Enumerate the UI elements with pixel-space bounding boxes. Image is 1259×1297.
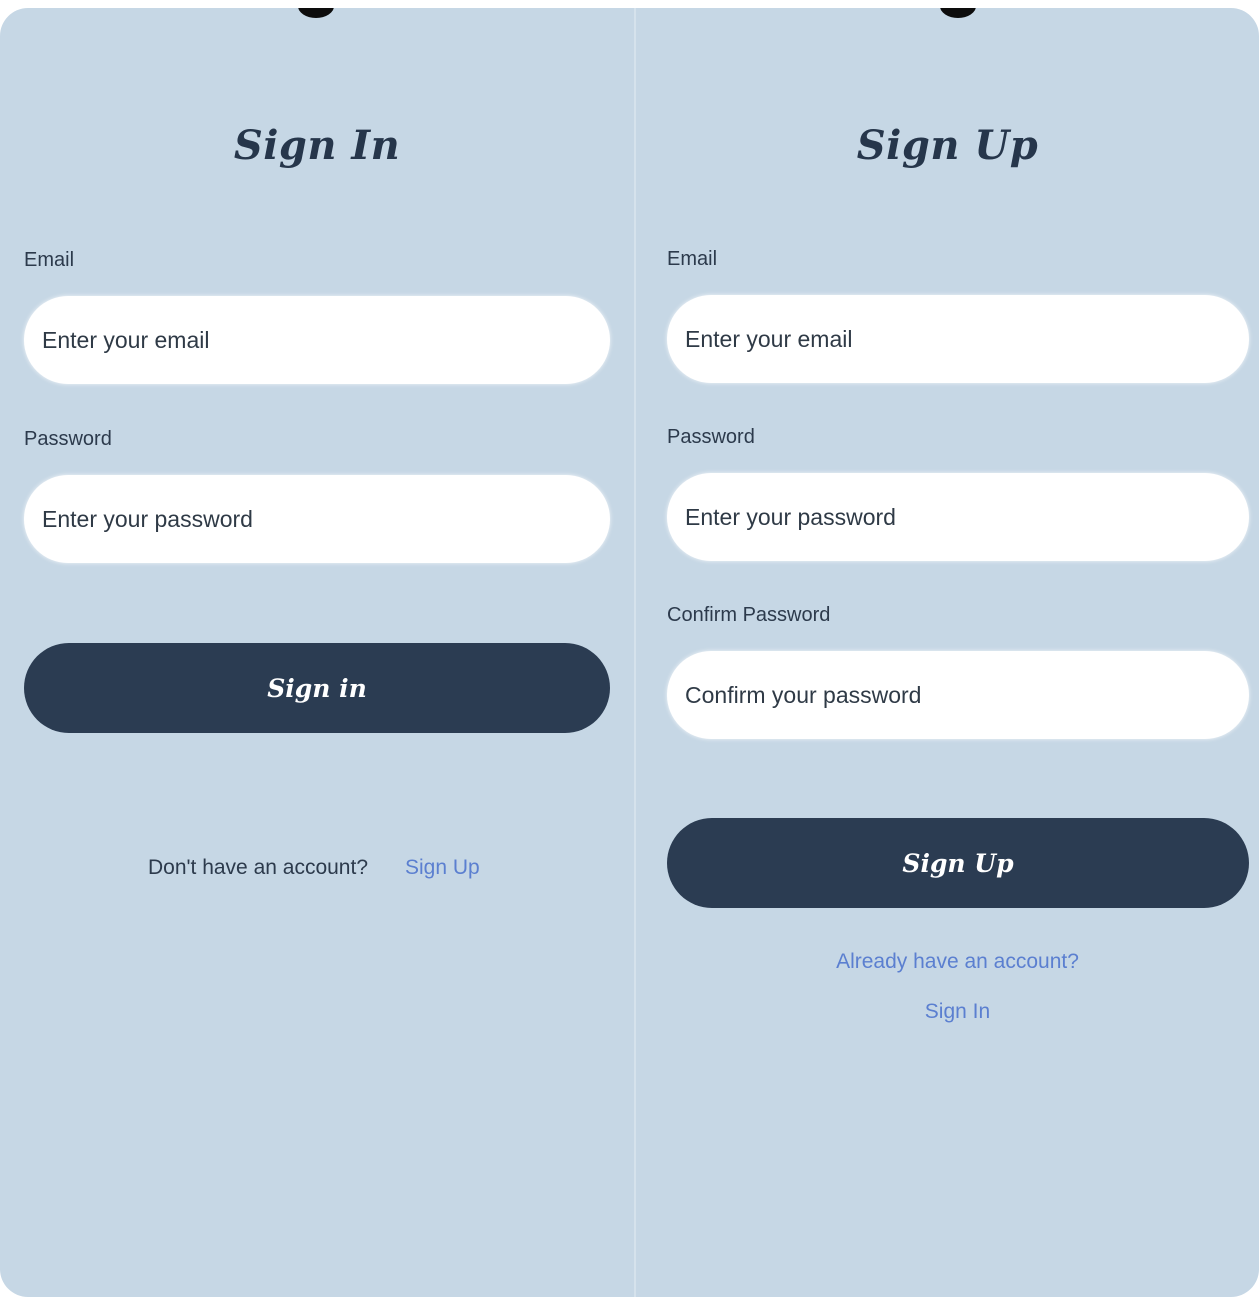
signup-confirm-label: Confirm Password bbox=[667, 604, 831, 626]
signin-screen: Sign In Email Password Sign in Don't hav… bbox=[0, 8, 634, 1297]
screens-frame: Sign In Email Password Sign in Don't hav… bbox=[0, 8, 1259, 1297]
signup-button[interactable]: Sign Up bbox=[667, 818, 1249, 908]
signup-confirm-field[interactable] bbox=[667, 651, 1249, 739]
signup-confirm-input[interactable] bbox=[667, 651, 1249, 739]
signup-title: Sign Up bbox=[856, 122, 1039, 169]
signup-email-label: Email bbox=[667, 248, 718, 270]
signup-footer-text[interactable]: Already have an account? bbox=[636, 950, 1259, 974]
signup-password-input[interactable] bbox=[667, 473, 1249, 561]
signin-password-input[interactable] bbox=[24, 475, 610, 563]
signin-button[interactable]: Sign in bbox=[24, 643, 610, 733]
signin-link[interactable]: Sign In bbox=[636, 1000, 1259, 1024]
signin-footer-text: Don't have an account? bbox=[148, 856, 368, 879]
signup-password-label: Password bbox=[667, 426, 755, 448]
signup-link[interactable]: Sign Up bbox=[405, 856, 480, 880]
signup-password-field[interactable] bbox=[667, 473, 1249, 561]
signin-password-field[interactable] bbox=[24, 475, 610, 563]
signin-email-label: Email bbox=[24, 249, 75, 271]
signin-email-field[interactable] bbox=[24, 296, 610, 384]
signup-email-field[interactable] bbox=[667, 295, 1249, 383]
signup-email-input[interactable] bbox=[667, 295, 1249, 383]
signin-title: Sign In bbox=[233, 122, 401, 169]
signin-email-input[interactable] bbox=[24, 296, 610, 384]
signin-password-label: Password bbox=[24, 428, 112, 450]
signup-screen: Sign Up Email Password Confirm Password … bbox=[636, 8, 1259, 1297]
